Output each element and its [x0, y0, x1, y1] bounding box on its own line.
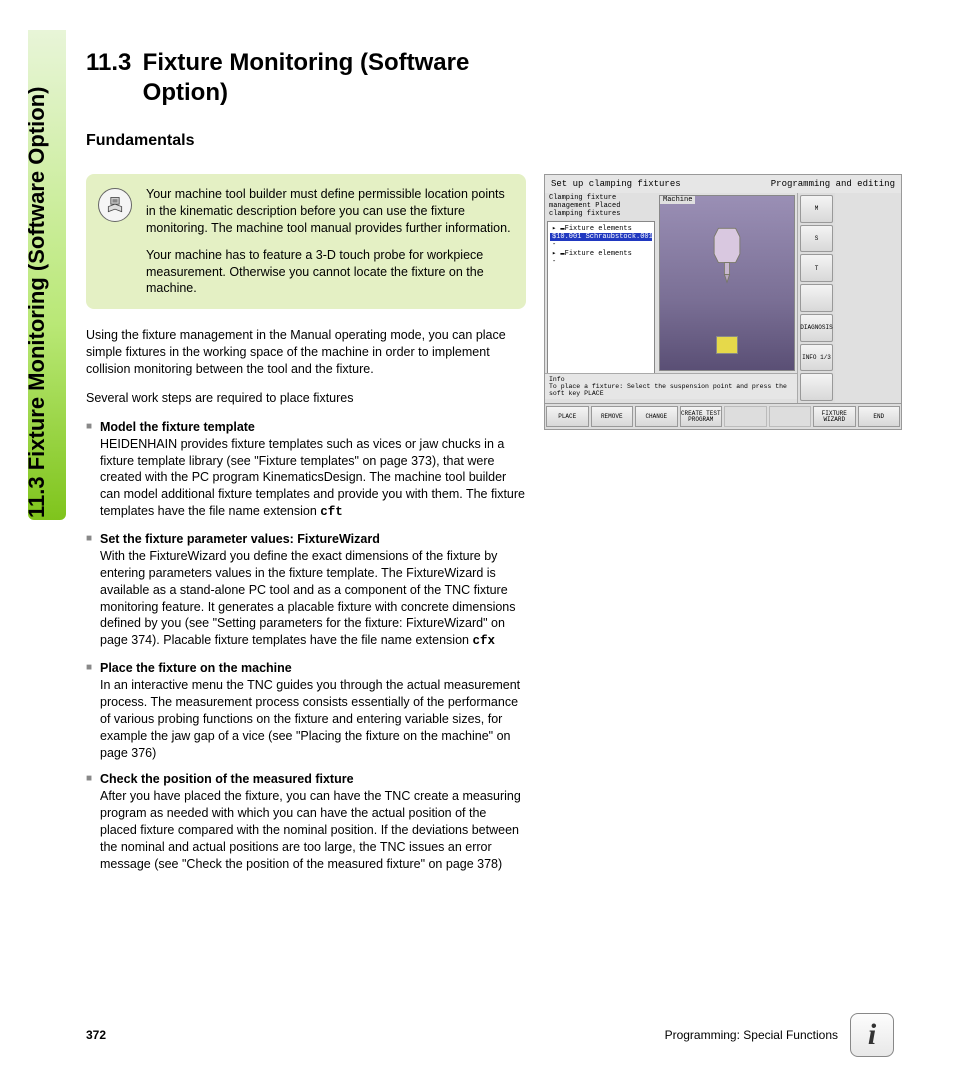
screenshot-title-right: Programming and editing: [771, 179, 895, 189]
screenshot-title-left: Set up clamping fixtures: [551, 179, 681, 189]
side-btn-info[interactable]: INFO 1/3: [800, 344, 833, 372]
tree-line[interactable]: -: [550, 258, 652, 266]
side-button-bar: M S T DIAGNOSIS INFO 1/3: [797, 193, 835, 403]
step-body: HEIDENHAIN provides fixture templates su…: [100, 436, 526, 521]
step-body: After you have placed the fixture, you c…: [100, 788, 526, 872]
softkey-empty: [724, 406, 767, 427]
info-icon: i: [850, 1013, 894, 1057]
heading-text: Fixture Monitoring (Software Option): [143, 48, 503, 108]
tree-line[interactable]: ▸ ▬Fixture elements: [550, 249, 652, 258]
side-btn-blank[interactable]: [800, 284, 833, 312]
step-item: Check the position of the measured fixtu…: [86, 771, 526, 872]
softkey-remove[interactable]: REMOVE: [591, 406, 634, 427]
side-heading: 11.3 Fixture Monitoring (Software Option…: [24, 87, 50, 518]
softkey-empty: [769, 406, 812, 427]
step-body: In an interactive menu the TNC guides yo…: [100, 677, 526, 761]
softkey-change[interactable]: CHANGE: [635, 406, 678, 427]
section-heading: 11.3 Fixture Monitoring (Software Option…: [86, 48, 906, 108]
step-body-text: With the FixtureWizard you define the ex…: [100, 549, 516, 647]
note-paragraph-2: Your machine has to feature a 3-D touch …: [146, 247, 512, 298]
tree-header: Clamping fixture management Placed clamp…: [545, 193, 657, 219]
page-footer: 372 Programming: Special Functions i: [86, 1013, 894, 1057]
tree-line-selected[interactable]: $10.001 Schraubstock.001: [550, 233, 652, 241]
info-bar: Info To place a fixture: Select the susp…: [545, 373, 797, 399]
tree-line[interactable]: ▸ ▬Fixture elements: [550, 224, 652, 233]
steps-list: Model the fixture template HEIDENHAIN pr…: [86, 419, 526, 873]
step-item: Set the fixture parameter values: Fixtur…: [86, 531, 526, 650]
softkey-place[interactable]: PLACE: [546, 406, 589, 427]
tree-line[interactable]: -: [550, 241, 652, 249]
file-ext: cft: [320, 505, 343, 519]
side-btn-m[interactable]: M: [800, 195, 833, 223]
side-btn-diagnosis[interactable]: DIAGNOSIS: [800, 314, 833, 342]
step-title: Place the fixture on the machine: [100, 661, 292, 675]
side-btn-t[interactable]: T: [800, 254, 833, 282]
subheading: Fundamentals: [86, 132, 906, 150]
machine-book-icon: [98, 188, 132, 222]
fixture-icon: [716, 336, 738, 354]
info-text: To place a fixture: Select the suspensio…: [549, 383, 787, 397]
body-paragraph-1: Using the fixture management in the Manu…: [86, 327, 526, 378]
side-btn-s[interactable]: S: [800, 225, 833, 253]
chapter-name: Programming: Special Functions: [665, 1028, 838, 1042]
info-label: Info: [549, 376, 565, 383]
side-btn-flag[interactable]: [800, 373, 833, 401]
note-paragraph-1: Your machine tool builder must define pe…: [146, 186, 512, 237]
tnc-screenshot: Set up clamping fixtures Programming and…: [544, 174, 902, 430]
softkey-create-test[interactable]: CREATE TEST PROGRAM: [680, 406, 723, 427]
step-item: Model the fixture template HEIDENHAIN pr…: [86, 419, 526, 521]
step-title: Model the fixture template: [100, 420, 255, 434]
step-title: Check the position of the measured fixtu…: [100, 772, 354, 786]
softkey-end[interactable]: END: [858, 406, 901, 427]
step-body: With the FixtureWizard you define the ex…: [100, 548, 526, 650]
page-content: 11.3 Fixture Monitoring (Software Option…: [86, 48, 906, 883]
body-paragraph-2: Several work steps are required to place…: [86, 390, 526, 407]
note-box: Your machine tool builder must define pe…: [86, 174, 526, 309]
3d-view-label: Machine: [660, 196, 695, 204]
softkey-fixture-wizard[interactable]: FIXTURE WIZARD: [813, 406, 856, 427]
step-body-text: HEIDENHAIN provides fixture templates su…: [100, 437, 525, 519]
file-ext: cfx: [472, 634, 495, 648]
step-title: Set the fixture parameter values: Fixtur…: [100, 532, 380, 546]
heading-number: 11.3: [86, 48, 136, 78]
step-item: Place the fixture on the machine In an i…: [86, 660, 526, 761]
spindle-icon: [708, 224, 746, 284]
3d-view[interactable]: Machine: [659, 195, 795, 371]
softkey-row: PLACE REMOVE CHANGE CREATE TEST PROGRAM …: [545, 403, 901, 429]
page-number: 372: [86, 1028, 106, 1042]
